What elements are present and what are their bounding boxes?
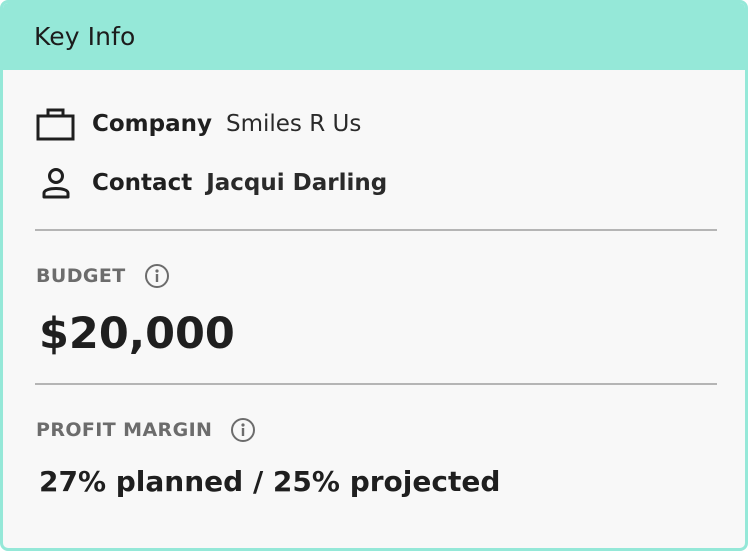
profit-margin-label: PROFIT MARGIN <box>36 419 213 441</box>
card-title: Key Info <box>34 22 136 51</box>
budget-value: $20,000 <box>39 309 235 359</box>
profit-margin-value: 27% planned / 25% projected <box>39 465 501 498</box>
contact-row: Contact Jacqui Darling <box>36 163 387 203</box>
company-value: Smiles R Us <box>226 111 362 137</box>
key-info-card: Key Info Company Smiles R Us Contact Jac… <box>0 0 748 551</box>
divider <box>35 229 717 231</box>
info-icon[interactable] <box>144 263 170 289</box>
card-header: Key Info <box>3 3 745 70</box>
budget-label: BUDGET <box>36 265 126 287</box>
contact-label: Contact <box>92 170 193 196</box>
info-icon[interactable] <box>230 417 256 443</box>
company-row: Company Smiles R Us <box>36 104 361 144</box>
contact-value: Jacqui Darling <box>206 170 388 196</box>
profit-margin-label-row: PROFIT MARGIN <box>36 417 256 443</box>
divider <box>35 383 717 385</box>
company-label: Company <box>92 111 212 137</box>
budget-label-row: BUDGET <box>36 263 170 289</box>
briefcase-icon <box>36 104 76 144</box>
person-icon <box>36 163 76 203</box>
